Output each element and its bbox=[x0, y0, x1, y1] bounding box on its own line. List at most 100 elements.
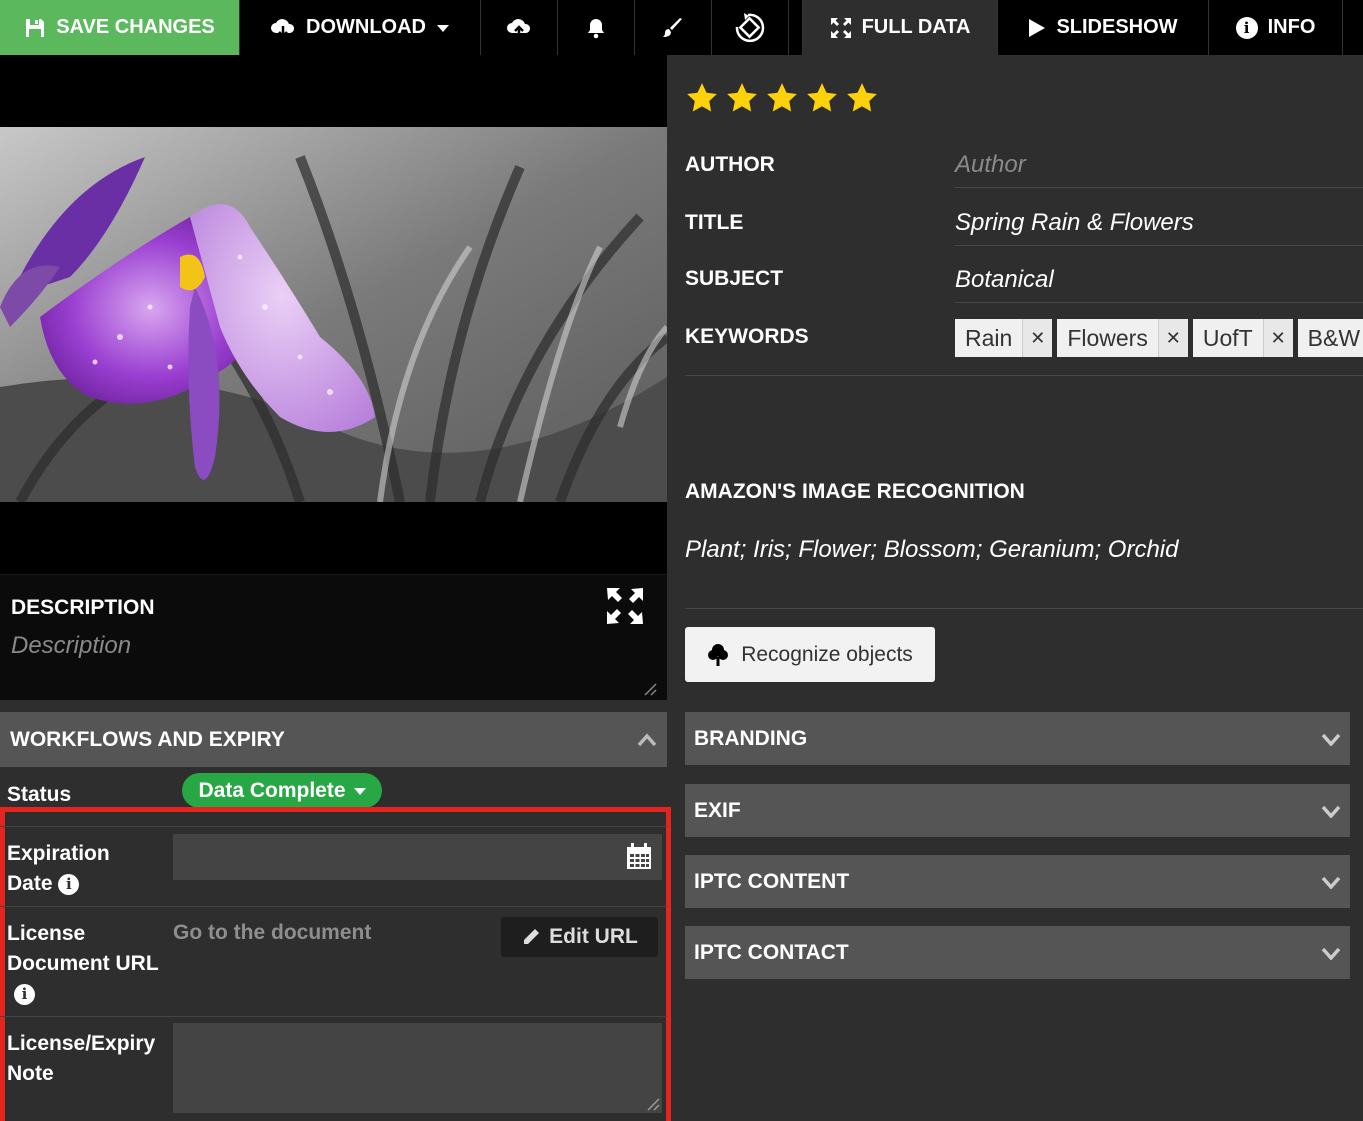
star-icon[interactable] bbox=[725, 81, 759, 115]
slideshow-button[interactable]: SLIDESHOW bbox=[998, 0, 1209, 55]
expiration-label-line1: Expiration bbox=[7, 842, 110, 865]
keyword-tag[interactable]: Flowers ✕ bbox=[1057, 319, 1188, 357]
edit-url-label: Edit URL bbox=[549, 925, 638, 948]
keyword-text: Flowers bbox=[1067, 324, 1148, 351]
license-url-row: License Document URL i Go to the documen… bbox=[0, 906, 667, 1016]
caret-down-icon bbox=[436, 24, 449, 32]
note-label-line2: Note bbox=[7, 1062, 54, 1085]
license-note-row: License/Expiry Note bbox=[0, 1016, 667, 1121]
star-icon[interactable] bbox=[685, 81, 719, 115]
expiration-date-row: Expiration Date i bbox=[0, 826, 667, 906]
panel-title: IPTC CONTACT bbox=[694, 940, 849, 964]
edit-url-button[interactable]: Edit URL bbox=[501, 917, 658, 957]
description-input[interactable]: Description bbox=[11, 632, 131, 660]
iptc-content-panel-header[interactable]: IPTC CONTENT bbox=[685, 855, 1350, 908]
description-panel: DESCRIPTION Description bbox=[0, 574, 667, 700]
play-icon bbox=[1029, 18, 1046, 37]
license-document-link[interactable]: Go to the document bbox=[173, 921, 371, 945]
license-label-line2: Document URL bbox=[7, 952, 159, 975]
license-label-line1: License bbox=[7, 922, 86, 945]
save-changes-button[interactable]: SAVE CHANGES bbox=[0, 0, 240, 55]
license-url-label: License Document URL i bbox=[7, 919, 159, 1009]
floppy-disk-icon bbox=[26, 18, 45, 37]
divider bbox=[685, 608, 1363, 609]
expiration-date-label: Expiration Date i bbox=[7, 839, 110, 899]
keyword-tag[interactable]: Rain ✕ bbox=[955, 319, 1053, 357]
keyword-tag[interactable]: UofT ✕ bbox=[1192, 319, 1293, 357]
branding-panel-header[interactable]: BRANDING bbox=[685, 712, 1350, 765]
resize-grip-icon[interactable] bbox=[643, 682, 657, 696]
info-icon: i bbox=[1235, 16, 1258, 39]
iptc-contact-panel-header[interactable]: IPTC CONTACT bbox=[685, 926, 1350, 979]
cloud-download-icon bbox=[271, 18, 295, 38]
recognize-objects-button[interactable]: Recognize objects bbox=[685, 627, 935, 682]
panel-title: BRANDING bbox=[694, 726, 808, 750]
info-icon[interactable]: i bbox=[58, 873, 80, 895]
subject-label: SUBJECT bbox=[685, 267, 784, 290]
rotate-button[interactable] bbox=[712, 0, 789, 55]
keywords-tag-list: Rain ✕ Flowers ✕ UofT ✕ B&W bbox=[955, 319, 1363, 357]
edit-image-button[interactable] bbox=[635, 0, 712, 55]
license-note-label: License/Expiry Note bbox=[7, 1029, 155, 1089]
image-preview[interactable] bbox=[0, 55, 667, 574]
slideshow-label: SLIDESHOW bbox=[1056, 16, 1178, 38]
download-button[interactable]: DOWNLOAD bbox=[240, 0, 481, 55]
save-changes-label: SAVE CHANGES bbox=[56, 16, 215, 38]
recognition-title: AMAZON'S IMAGE RECOGNITION bbox=[685, 480, 1025, 503]
remove-tag-icon[interactable]: ✕ bbox=[1022, 319, 1053, 357]
exif-panel-header[interactable]: EXIF bbox=[685, 784, 1350, 837]
info-label: INFO bbox=[1267, 16, 1316, 38]
keyword-tag[interactable]: B&W bbox=[1297, 319, 1363, 357]
full-data-button[interactable]: FULL DATA bbox=[802, 0, 998, 55]
license-note-textarea[interactable] bbox=[173, 1023, 662, 1113]
workflows-header[interactable]: WORKFLOWS AND EXPIRY bbox=[0, 712, 667, 767]
tree-icon bbox=[708, 643, 729, 666]
star-icon[interactable] bbox=[805, 81, 839, 115]
author-input[interactable]: Author bbox=[955, 151, 1363, 188]
resize-grip-icon[interactable] bbox=[646, 1097, 660, 1111]
chevron-down-icon bbox=[1321, 733, 1341, 746]
star-rating[interactable] bbox=[685, 81, 879, 115]
remove-tag-icon[interactable]: ✕ bbox=[1262, 319, 1293, 357]
remove-tag-icon[interactable]: ✕ bbox=[1157, 319, 1188, 357]
title-row: TITLE Spring Rain & Flowers bbox=[685, 203, 1363, 261]
status-dropdown[interactable]: Data Complete bbox=[182, 773, 382, 808]
bell-icon bbox=[588, 18, 604, 38]
author-label: AUTHOR bbox=[685, 153, 775, 176]
expiration-label-line2: Date i bbox=[7, 869, 110, 899]
author-row: AUTHOR Author bbox=[685, 145, 1363, 203]
pencil-icon bbox=[524, 929, 540, 944]
status-row: Status Data Complete bbox=[0, 767, 667, 811]
paintbrush-icon bbox=[663, 17, 682, 37]
rotate-icon bbox=[735, 12, 765, 42]
workflows-title: WORKFLOWS AND EXPIRY bbox=[10, 727, 285, 751]
upload-button[interactable] bbox=[481, 0, 558, 55]
title-label: TITLE bbox=[685, 211, 744, 234]
expiration-date-input[interactable] bbox=[173, 834, 662, 880]
expand-icon[interactable] bbox=[606, 587, 644, 625]
subject-row: SUBJECT Botanical bbox=[685, 261, 1363, 319]
star-icon[interactable] bbox=[765, 81, 799, 115]
panel-title: IPTC CONTENT bbox=[694, 869, 850, 893]
cloud-upload-icon bbox=[507, 18, 531, 37]
caret-down-icon bbox=[353, 787, 366, 795]
recognition-labels: Plant; Iris; Flower; Blossom; Geranium; … bbox=[685, 536, 1179, 563]
star-icon[interactable] bbox=[845, 81, 879, 115]
calendar-icon[interactable] bbox=[626, 843, 652, 870]
keywords-label: KEYWORDS bbox=[685, 325, 809, 348]
info-icon[interactable]: i bbox=[14, 983, 35, 1005]
subject-input[interactable]: Botanical bbox=[955, 266, 1363, 303]
panel-title: EXIF bbox=[694, 798, 741, 822]
recognize-objects-label: Recognize objects bbox=[741, 642, 913, 666]
keyword-text: UofT bbox=[1202, 324, 1253, 351]
keyword-text: B&W bbox=[1307, 324, 1361, 351]
status-value: Data Complete bbox=[198, 778, 346, 802]
chevron-down-icon bbox=[1321, 876, 1341, 889]
expand-icon bbox=[830, 17, 851, 38]
title-input[interactable]: Spring Rain & Flowers bbox=[955, 209, 1363, 246]
chevron-down-icon bbox=[1321, 805, 1341, 818]
notifications-button[interactable] bbox=[558, 0, 635, 55]
info-button[interactable]: i INFO bbox=[1209, 0, 1343, 55]
expiration-label-date: Date bbox=[7, 872, 53, 895]
